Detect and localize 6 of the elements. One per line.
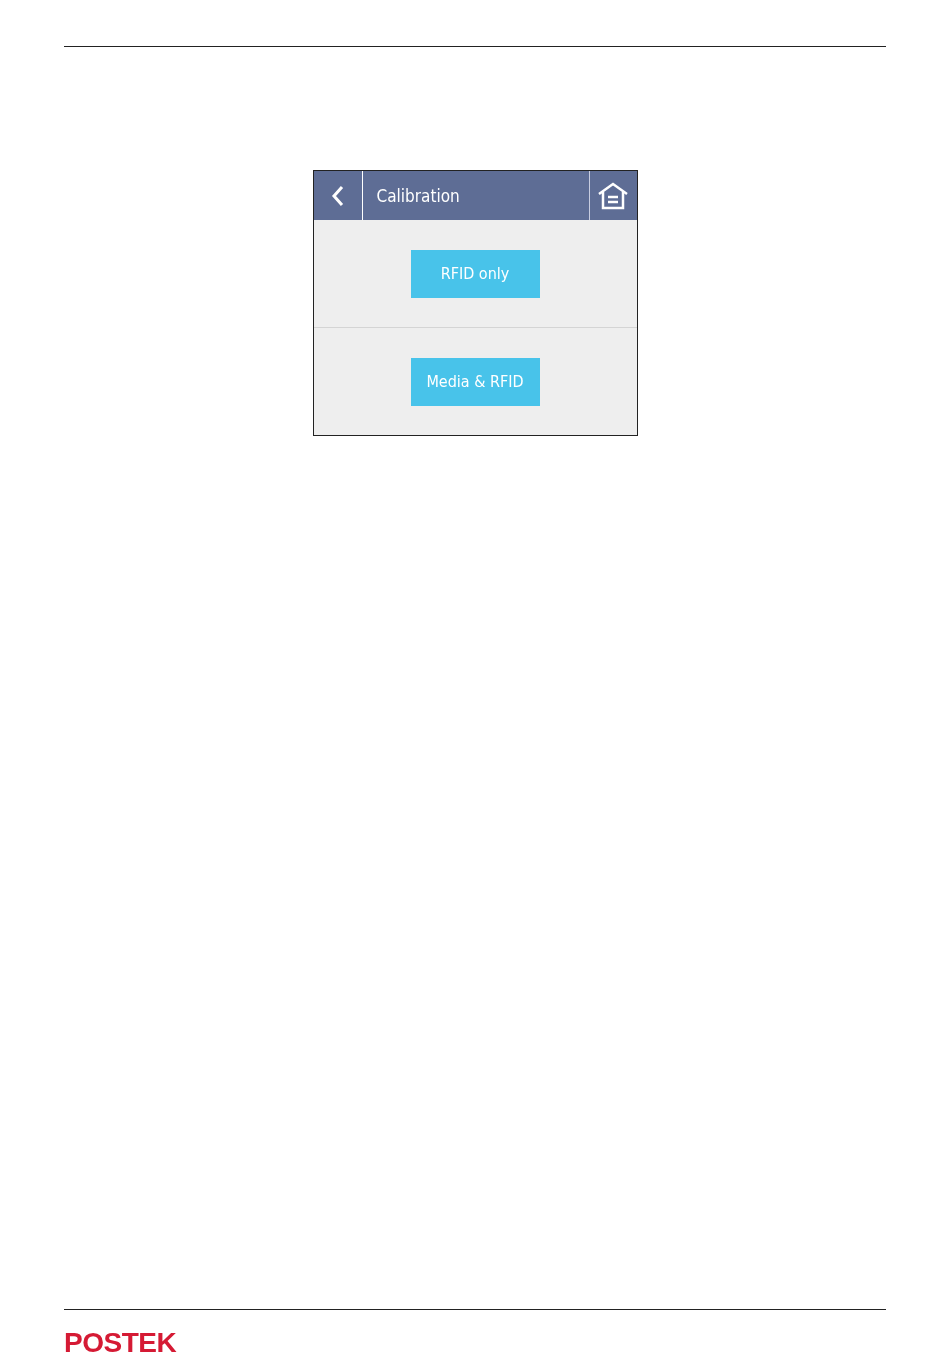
back-icon: [330, 184, 345, 207]
menu-button[interactable]: RFID only: [410, 249, 540, 298]
home-icon: [597, 181, 629, 210]
menu-button[interactable]: Media & RFID: [410, 357, 540, 406]
screen-title: Calibration: [375, 185, 461, 206]
brand-logo: POSTEK: [64, 1327, 177, 1359]
